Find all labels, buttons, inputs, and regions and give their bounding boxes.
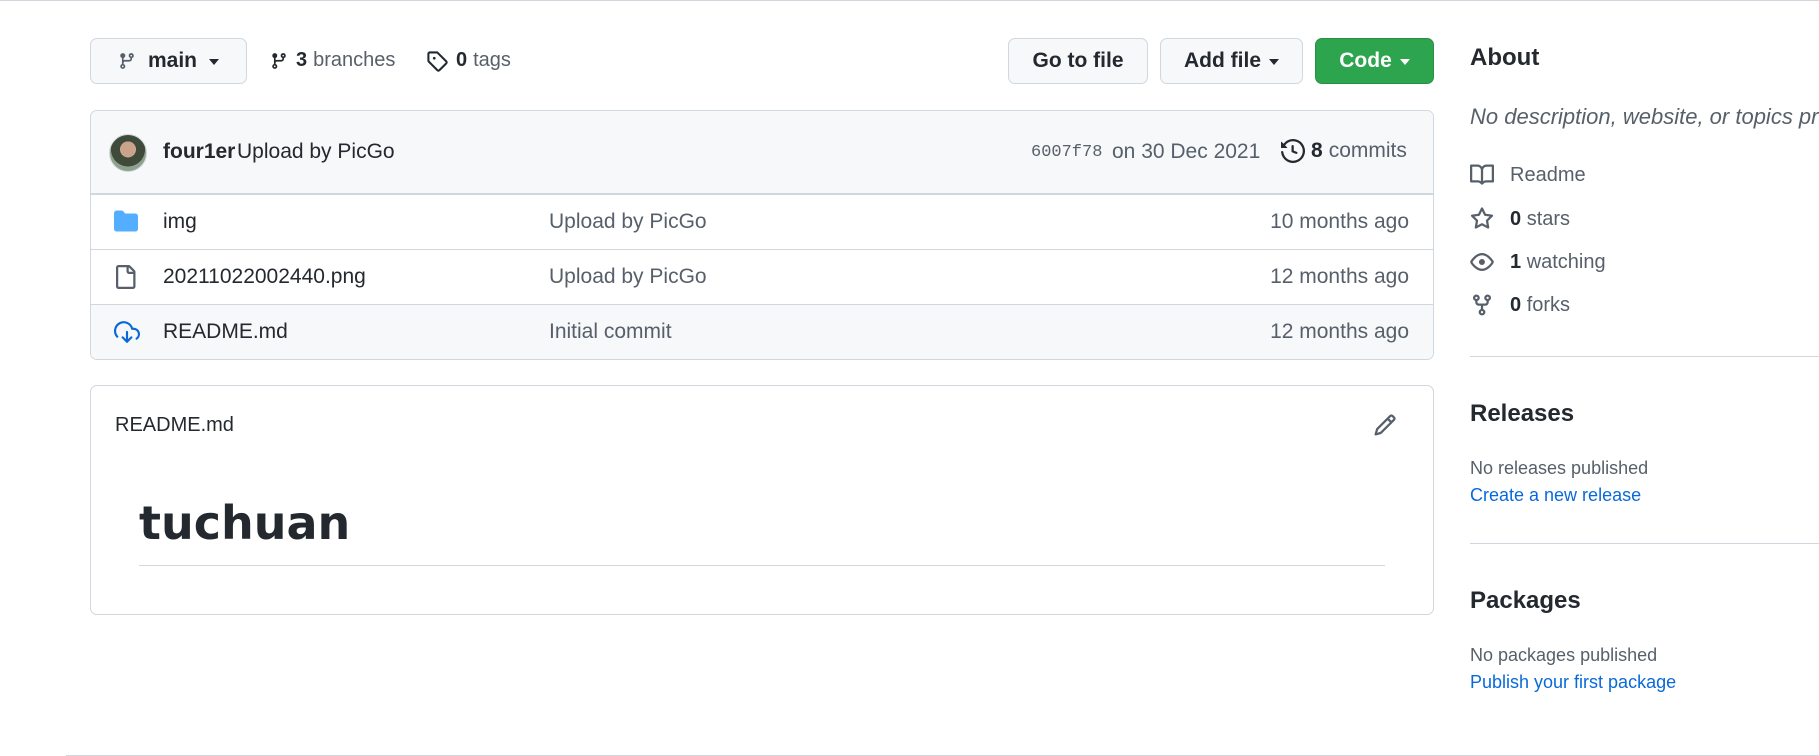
tags-count: 0 (456, 49, 468, 71)
author-avatar[interactable] (109, 134, 147, 172)
forks-link[interactable]: 0 forks (1470, 293, 1570, 317)
chevron-down-icon (209, 59, 219, 65)
file-row-png[interactable]: 20211022002440.png Upload by PicGo 12 mo… (91, 249, 1433, 304)
stars-label: stars (1526, 207, 1571, 230)
file-commit-message[interactable]: Upload by PicGo (549, 210, 707, 234)
branch-icon (120, 53, 134, 69)
watching-link[interactable]: 1 watching (1470, 250, 1606, 274)
readme-link[interactable]: Readme (1470, 163, 1586, 187)
stars-count: 0 (1510, 207, 1522, 230)
tags-label: tags (473, 49, 511, 71)
file-name[interactable]: img (163, 210, 197, 234)
forks-count: 0 (1510, 293, 1522, 316)
tags-link[interactable]: 0 tags (426, 49, 511, 72)
forks-label: forks (1526, 293, 1571, 316)
create-release-link[interactable]: Create a new release (1470, 485, 1641, 506)
file-age: 12 months ago (1270, 320, 1409, 343)
releases-section: Releases (1470, 400, 1574, 428)
file-age: 10 months ago (1270, 210, 1409, 233)
file-name[interactable]: 20211022002440.png (163, 265, 366, 289)
commit-date: on 30 Dec 2021 (1112, 140, 1261, 163)
branches-label: branches (313, 49, 396, 71)
stars-link[interactable]: 0 stars (1470, 207, 1570, 231)
readme-panel: README.md tuchuan (90, 385, 1434, 615)
star-icon (1470, 207, 1494, 229)
packages-empty-text: No packages published (1470, 645, 1658, 665)
go-to-file-label: Go to file (1032, 49, 1124, 72)
commit-author[interactable]: four1er (163, 140, 235, 164)
chevron-down-icon (1269, 59, 1279, 65)
readme-label: Readme (1510, 163, 1586, 186)
watching-label: watching (1526, 250, 1606, 273)
file-name[interactable]: README.md (163, 320, 288, 344)
branch-name: main (147, 49, 197, 72)
add-file-label: Add file (1184, 49, 1261, 72)
readme-heading-divider (139, 565, 1385, 566)
edit-pencil-icon[interactable] (1373, 413, 1397, 437)
fork-icon (1473, 294, 1491, 316)
add-file-button[interactable]: Add file (1160, 38, 1303, 84)
commit-sha[interactable]: 6007f78 (1031, 143, 1102, 162)
chevron-down-icon (1399, 59, 1410, 65)
cloud-download-icon (114, 321, 140, 343)
commits-link[interactable]: 8 commits (1281, 139, 1407, 163)
packages-title[interactable]: Packages (1470, 587, 1581, 615)
publish-package-link[interactable]: Publish your first package (1470, 672, 1676, 693)
file-commit-message[interactable]: Initial commit (549, 320, 672, 344)
history-icon (1281, 139, 1305, 163)
branches-count: 3 (296, 49, 308, 71)
commit-message[interactable]: Upload by PicGo (237, 140, 395, 164)
file-commit-message[interactable]: Upload by PicGo (549, 265, 707, 289)
code-label: Code (1339, 49, 1392, 72)
branch-icon (272, 52, 286, 69)
latest-commit-bar: four1er Upload by PicGo 6007f78 on 30 De… (91, 111, 1433, 194)
tag-icon (427, 50, 448, 72)
folder-icon (114, 210, 138, 232)
branch-selector[interactable]: main (90, 38, 247, 84)
book-icon (1470, 164, 1494, 185)
sidebar-divider (1470, 543, 1819, 544)
about-section: About (1470, 44, 1539, 72)
readme-heading: tuchuan (139, 496, 351, 550)
packages-section: Packages (1470, 587, 1581, 615)
file-browser: four1er Upload by PicGo 6007f78 on 30 De… (90, 110, 1434, 360)
sidebar-divider (1470, 356, 1819, 357)
about-description: No description, website, or topics provi… (1470, 104, 1819, 129)
file-row-readme[interactable]: README.md Initial commit 12 months ago (91, 304, 1433, 359)
file-row-img[interactable]: img Upload by PicGo 10 months ago (91, 194, 1433, 249)
readme-filename: README.md (115, 414, 234, 436)
watching-count: 1 (1510, 250, 1522, 273)
eye-icon (1470, 253, 1494, 271)
releases-empty-text: No releases published (1470, 458, 1649, 478)
file-age: 12 months ago (1270, 265, 1409, 288)
branches-link[interactable]: 3 branches (270, 49, 395, 72)
code-button[interactable]: Code (1315, 38, 1434, 84)
commits-count: 8 (1311, 139, 1323, 162)
releases-title[interactable]: Releases (1470, 400, 1574, 428)
file-icon (116, 265, 136, 289)
commits-label: commits (1328, 139, 1407, 162)
go-to-file-button[interactable]: Go to file (1008, 38, 1148, 84)
about-title: About (1470, 44, 1540, 71)
